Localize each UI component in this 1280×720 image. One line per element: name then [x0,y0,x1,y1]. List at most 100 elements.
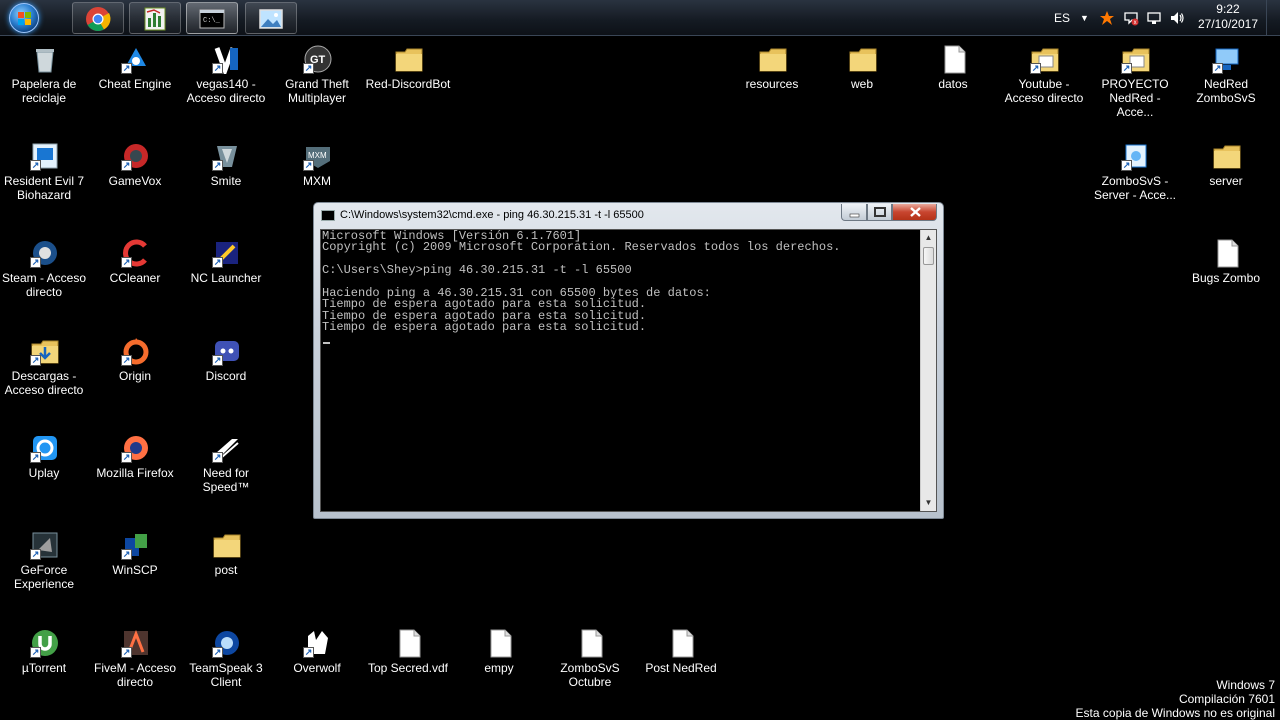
shortcut-arrow-icon: ↗ [30,647,41,658]
vertical-scrollbar[interactable]: ▲ ▼ [920,230,936,511]
desktop-icon[interactable]: ↗ Overwolf [273,622,361,702]
winscp-icon: ↗ [121,530,151,560]
shortcut-arrow-icon: ↗ [303,647,314,658]
spreadsheet-icon [144,7,166,31]
volume-icon[interactable] [1169,10,1185,26]
desktop-icon[interactable]: Red-DiscordBot [364,38,452,118]
desktop-icon[interactable]: Bugs Zombo [1182,232,1270,312]
desktop-icon[interactable]: ↗ FiveM - Acceso directo [91,622,179,702]
desktop-icon-label: Bugs Zombo [1191,271,1261,285]
start-button[interactable] [4,1,44,35]
desktop-icon-label: Top Secred.vdf [367,661,449,675]
desktop-icon[interactable]: post [182,524,270,604]
firefox-icon: ↗ [121,433,151,463]
desktop-icon[interactable]: ZomboSvS Octubre [546,622,634,702]
desktop-icon[interactable]: Post NedRed [637,622,725,702]
desktop-icon[interactable]: ↗ Cheat Engine [91,38,179,118]
shortcut-arrow-icon: ↗ [212,160,223,171]
minimize-button[interactable] [841,204,867,221]
desktop-icon-label: MXM [303,174,331,188]
desktop-icon[interactable]: ↗ µTorrent [0,622,88,702]
shortcut-arrow-icon: ↗ [30,549,41,560]
shortcut-arrow-icon: ↗ [121,257,132,268]
desktop-icon[interactable]: ↗ vegas140 - Acceso directo [182,38,270,118]
shortcut-arrow-icon: ↗ [212,647,223,658]
desktop-icon[interactable]: ↗ Mozilla Firefox [91,427,179,507]
shortcut-arrow-icon: ↗ [212,63,223,74]
desktop-icon-label: empy [484,661,514,675]
desktop-icon-label: FiveM - Acceso directo [93,661,177,689]
cmd-window[interactable]: C:\Windows\system32\cmd.exe - ping 46.30… [313,202,944,519]
close-button[interactable] [892,204,937,221]
shortcut-arrow-icon: ↗ [121,160,132,171]
shortcut-arrow-icon: ↗ [121,647,132,658]
show-desktop-button[interactable] [1266,0,1280,36]
network-icon[interactable] [1146,10,1162,26]
desktop-icon[interactable]: ↗ TeamSpeak 3 Client [182,622,270,702]
show-hidden-icons-button[interactable]: ▼ [1080,0,1089,36]
cmd-window-titlebar[interactable]: C:\Windows\system32\cmd.exe - ping 46.30… [314,203,943,229]
taskbar-chrome-button[interactable] [72,2,124,34]
desktop-icon[interactable]: GT ↗ Grand Theft Multiplayer [273,38,361,118]
desktop-icon[interactable]: datos [909,38,997,118]
desktop-icon[interactable]: ↗ NC Launcher [182,232,270,312]
desktop-icon[interactable]: ↗ Need for Speed™ [182,427,270,507]
avast-icon[interactable] [1099,10,1115,26]
folder-icon [758,44,788,74]
desktop-icon[interactable]: ↗ Youtube - Acceso directo [1000,38,1088,118]
shortcut-arrow-icon: ↗ [121,549,132,560]
desktop-icon[interactable]: ↗ ZomboSvS - Server - Acce... [1091,135,1179,215]
desktop-icon[interactable]: ↗ Steam - Acceso directo [0,232,88,312]
desktop-icon[interactable]: server [1182,135,1270,215]
console-output-area[interactable]: Microsoft Windows [Versión 6.1.7601] Cop… [320,229,937,512]
maximize-button[interactable] [867,204,892,221]
desktop-icon[interactable]: ↗ CCleaner [91,232,179,312]
taskbar: C:\_ ES ▼ x 9:22 27/10/2017 [0,0,1280,36]
scroll-down-arrow-icon[interactable]: ▼ [921,495,936,511]
taskbar-cmd-button[interactable]: C:\_ [186,2,238,34]
taskbar-app-button[interactable] [129,2,181,34]
nfs-icon: ↗ [212,433,242,463]
desktop-icon[interactable]: ↗ WinSCP [91,524,179,604]
shortcut-arrow-icon: ↗ [121,452,132,463]
desktop-icon-label: Resident Evil 7 Biohazard [3,174,85,202]
desktop-icon[interactable]: ↗ PROYECTO NedRed - Acce... [1091,38,1179,119]
picture-icon [259,9,283,29]
desktop-icon[interactable]: resources [728,38,816,118]
language-indicator[interactable]: ES [1054,0,1070,36]
desktop-icon[interactable]: ↗ Discord [182,330,270,410]
desktop-icon[interactable]: ↗ NedRed ZomboSvS [1182,38,1270,118]
origin-icon: ↗ [121,336,151,366]
desktop-icon-label: Mozilla Firefox [96,466,174,480]
fivem-icon: ↗ [121,628,151,658]
action-center-icon[interactable]: x [1123,10,1139,26]
network-icon: ↗ [1212,44,1242,74]
taskbar-picture-button[interactable] [245,2,297,34]
desktop-icon[interactable]: ↗ Descargas - Acceso directo [0,330,88,410]
desktop-icon[interactable]: empy [455,622,543,702]
desktop-icon[interactable]: web [818,38,906,118]
shortcut-arrow-icon: ↗ [121,355,132,366]
shortcut-arrow-icon: ↗ [30,452,41,463]
desktop-icon-label: Uplay [28,466,60,480]
desktop-icon[interactable]: ↗ Origin [91,330,179,410]
desktop-icon[interactable]: Top Secred.vdf [364,622,452,702]
desktop-icon[interactable]: Papelera de reciclaje [0,38,88,118]
desktop-icon-label: Cheat Engine [98,77,172,91]
desktop-icon[interactable]: ↗ Uplay [0,427,88,507]
shortcut-arrow-icon: ↗ [1121,160,1132,171]
windows-start-orb-icon [9,3,39,33]
scroll-up-arrow-icon[interactable]: ▲ [921,230,936,246]
desktop-icon-label: Red-DiscordBot [365,77,451,91]
scrollbar-thumb[interactable] [923,247,934,265]
desktop-icon[interactable]: ↗ Resident Evil 7 Biohazard [0,135,88,215]
taskbar-clock[interactable]: 9:22 27/10/2017 [1198,2,1258,32]
desktop-icon[interactable]: ↗ Smite [182,135,270,215]
discord-icon: ↗ [212,336,242,366]
desktop-icon[interactable]: ↗ GeForce Experience [0,524,88,604]
desktop-icon-label: Descargas - Acceso directo [4,369,84,397]
desktop-icon[interactable]: ↗ GameVox [91,135,179,215]
shortcut-arrow-icon: ↗ [30,257,41,268]
mxm-icon: MXM ↗ [303,141,333,171]
desktop-icon-label: vegas140 - Acceso directo [186,77,266,105]
